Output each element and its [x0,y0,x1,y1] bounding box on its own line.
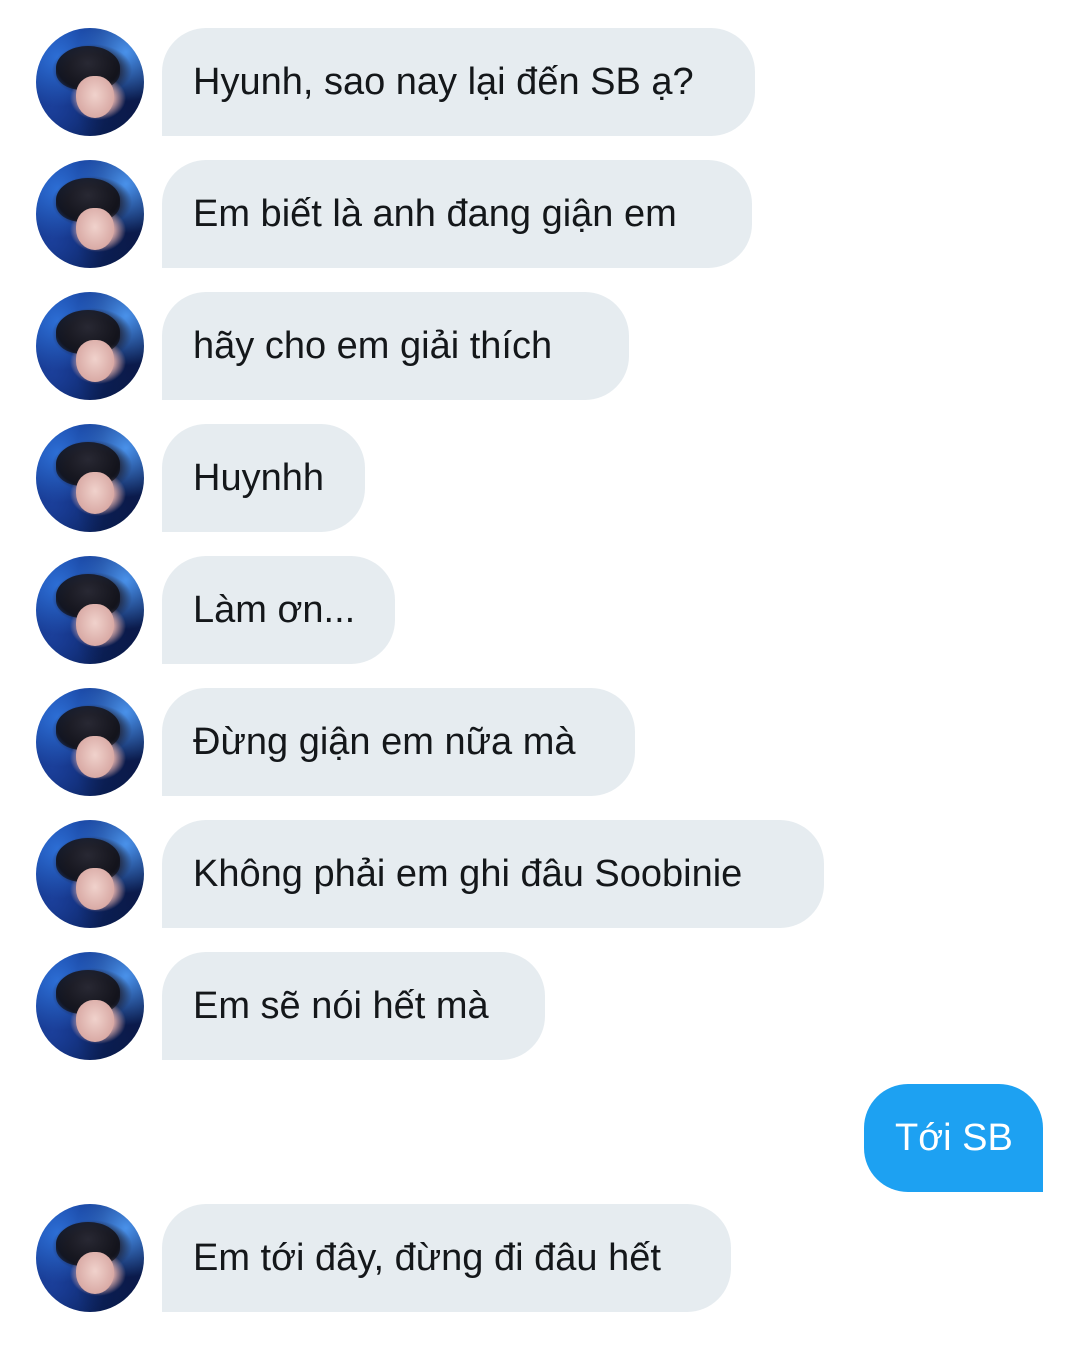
incoming-message-bubble[interactable]: Huynhh [162,424,365,532]
incoming-message-bubble[interactable]: Không phải em ghi đâu Soobinie [162,820,824,928]
message-row: hãy cho em giải thích [0,292,1080,400]
contact-avatar[interactable] [36,952,144,1060]
incoming-message-bubble[interactable]: Đừng giận em nữa mà [162,688,635,796]
message-row: Tới SB [0,1084,1080,1192]
chat-thread: Hyunh, sao nay lại đến SB ạ? Em biết là … [0,0,1080,1345]
incoming-message-bubble[interactable]: Em biết là anh đang giận em [162,160,752,268]
contact-avatar[interactable] [36,688,144,796]
incoming-message-bubble[interactable]: hãy cho em giải thích [162,292,629,400]
message-row: Huynhh [0,424,1080,532]
incoming-message-bubble[interactable]: Hyunh, sao nay lại đến SB ạ? [162,28,755,136]
contact-avatar[interactable] [36,556,144,664]
contact-avatar[interactable] [36,292,144,400]
contact-avatar[interactable] [36,28,144,136]
message-row: Làm ơn... [0,556,1080,664]
contact-avatar[interactable] [36,1204,144,1312]
message-row: Em tới đây, đừng đi đâu hết [0,1204,1080,1312]
message-row: Không phải em ghi đâu Soobinie [0,820,1080,928]
incoming-message-bubble[interactable]: Làm ơn... [162,556,395,664]
message-row: Em sẽ nói hết mà [0,952,1080,1060]
contact-avatar[interactable] [36,820,144,928]
message-row: Hyunh, sao nay lại đến SB ạ? [0,28,1080,136]
message-row: Em biết là anh đang giận em [0,160,1080,268]
contact-avatar[interactable] [36,160,144,268]
incoming-message-bubble[interactable]: Em sẽ nói hết mà [162,952,545,1060]
message-row: Đừng giận em nữa mà [0,688,1080,796]
contact-avatar[interactable] [36,424,144,532]
incoming-message-bubble[interactable]: Em tới đây, đừng đi đâu hết [162,1204,731,1312]
outgoing-message-bubble[interactable]: Tới SB [864,1084,1043,1192]
